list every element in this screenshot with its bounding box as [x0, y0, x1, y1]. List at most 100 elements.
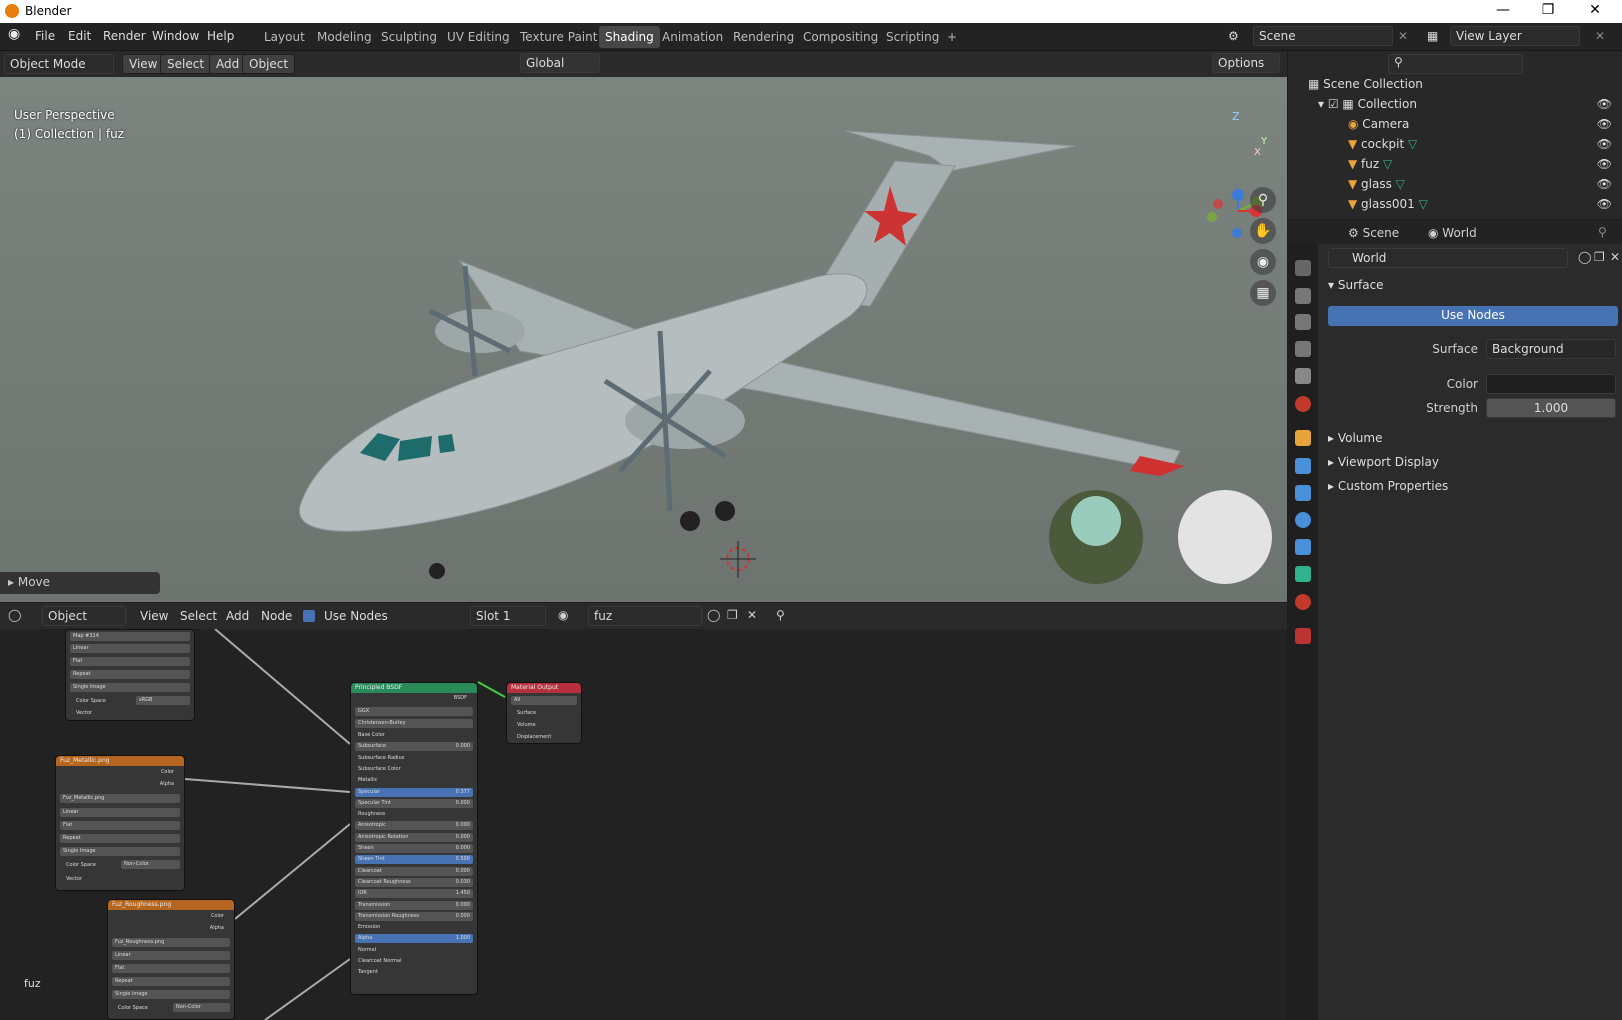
grid-view-icon[interactable]: ▦ — [1250, 280, 1276, 306]
eye-icon[interactable]: 👁 — [1597, 137, 1612, 151]
physics-tab-icon[interactable] — [1295, 512, 1311, 528]
unlink-icon[interactable]: ✕ — [1610, 250, 1620, 264]
color-swatch[interactable] — [1486, 374, 1616, 394]
extension-selector[interactable]: Repeat — [112, 977, 230, 986]
use-nodes-button[interactable]: Use Nodes — [1328, 306, 1618, 326]
expand-arrow-icon[interactable]: ▾ — [1318, 97, 1328, 111]
scene-icon[interactable]: ⚙ — [1228, 29, 1239, 43]
tab-texture-paint[interactable]: Texture Paint — [514, 26, 603, 48]
camera-view-icon[interactable]: ◉ — [1250, 249, 1276, 275]
particles-tab-icon[interactable] — [1295, 485, 1311, 501]
orientation-selector[interactable]: Global — [520, 53, 600, 73]
extension-selector[interactable]: Repeat — [70, 670, 190, 679]
minimize-icon[interactable]: — — [1488, 2, 1518, 18]
scene-breadcrumb[interactable]: ⚙ Scene — [1348, 226, 1399, 240]
outliner-item-fuz[interactable]: ▼ fuz ▽ 👁 — [1288, 157, 1622, 177]
surface-shader-selector[interactable]: Background — [1486, 339, 1616, 359]
last-operator-panel[interactable]: ▸ Move — [0, 572, 160, 594]
texture-tab-icon[interactable] — [1295, 628, 1311, 644]
editor-type-icon[interactable]: ◯ — [8, 608, 21, 622]
projection-selector[interactable]: Flat — [60, 821, 180, 830]
bsdf-input-row[interactable]: Subsurface Color — [355, 765, 473, 774]
bsdf-input-row[interactable]: Clearcoat Normal — [355, 957, 473, 966]
strength-slider[interactable]: 1.000 — [1486, 398, 1616, 418]
bsdf-input-row[interactable]: Subsurface Radius — [355, 754, 473, 763]
material-icon[interactable]: ◉ — [558, 608, 568, 622]
view-layer-delete-icon[interactable]: ✕ — [1595, 29, 1605, 43]
custom-properties-panel-header[interactable]: ▸ Custom Properties — [1328, 479, 1448, 493]
bsdf-input-row[interactable]: Tangent — [355, 968, 473, 977]
bsdf-input-row[interactable]: Sheen 0.000 — [355, 844, 473, 853]
modifier-tab-icon[interactable] — [1295, 458, 1311, 474]
image-texture-node-top[interactable]: Map #314 Linear Flat Repeat Single Image… — [65, 629, 195, 721]
outliner-search-input[interactable] — [1388, 54, 1523, 74]
metallic-texture-node[interactable]: Fuz_Metallic.png Color Alpha Fuz_Metalli… — [55, 755, 185, 891]
bsdf-input-row[interactable]: Specular 0.377 — [355, 787, 473, 797]
scene-selector[interactable]: Scene — [1253, 26, 1393, 46]
tab-compositing[interactable]: Compositing — [797, 26, 884, 48]
distribution-selector[interactable]: GGX — [355, 707, 473, 716]
duplicate-icon[interactable]: ❐ — [727, 608, 738, 622]
bsdf-input-row[interactable]: Subsurface 0.000 — [355, 742, 473, 752]
eye-icon[interactable]: 👁 — [1597, 157, 1612, 171]
node-menu-add[interactable]: Add — [226, 609, 249, 623]
bsdf-input-row[interactable]: Anisotropic Rotation 0.000 — [355, 832, 473, 842]
outliner-item-glass001[interactable]: ▼ glass001 ▽ 👁 — [1288, 197, 1622, 217]
tab-scripting[interactable]: Scripting — [880, 26, 945, 48]
viewport-menu-select[interactable]: Select — [160, 54, 212, 74]
menu-help[interactable]: Help — [207, 29, 234, 43]
eye-icon[interactable]: 👁 — [1597, 117, 1612, 131]
principled-bsdf-node[interactable]: Principled BSDF BSDF GGX Christensen-Bur… — [350, 682, 478, 995]
interpolation-selector[interactable]: Linear — [70, 644, 190, 653]
material-output-node[interactable]: Material Output All Surface Volume Displ… — [506, 682, 582, 744]
viewport-menu-view[interactable]: View — [122, 54, 165, 74]
node-editor-canvas[interactable]: Map #314 Linear Flat Repeat Single Image… — [0, 629, 1287, 1020]
roughness-texture-node[interactable]: Fuz_Roughness.png Color Alpha Fuz_Roughn… — [107, 899, 235, 1020]
bsdf-input-row[interactable]: Clearcoat Roughness 0.030 — [355, 877, 473, 887]
bsdf-input-row[interactable]: Specular Tint 0.000 — [355, 798, 473, 808]
viewport-menu-add[interactable]: Add — [209, 54, 247, 74]
eye-icon[interactable]: 👁 — [1597, 197, 1612, 211]
collection-row[interactable]: ▾ ☑ ▦ Collection 👁 — [1288, 97, 1622, 117]
menu-file[interactable]: File — [35, 29, 55, 43]
image-selector[interactable]: Fuz_Roughness.png — [112, 938, 230, 947]
bsdf-input-row[interactable]: Alpha 1.000 — [355, 934, 473, 944]
source-selector[interactable]: Single Image — [112, 990, 230, 999]
tab-animation[interactable]: Animation — [656, 26, 729, 48]
data-tab-icon[interactable] — [1295, 566, 1311, 582]
tab-sculpting[interactable]: Sculpting — [375, 26, 443, 48]
source-selector[interactable]: Single Image — [70, 683, 190, 692]
options-dropdown[interactable]: Options — [1212, 53, 1280, 73]
bsdf-input-row[interactable]: IOR 1.450 — [355, 889, 473, 899]
use-nodes-checkbox[interactable] — [303, 610, 315, 622]
tool-tab-icon[interactable] — [1295, 260, 1311, 276]
fake-user-icon[interactable]: ◯ — [707, 608, 720, 622]
image-selector[interactable]: Map #314 — [70, 632, 190, 641]
node-menu-view[interactable]: View — [140, 609, 168, 623]
scene-tab-icon[interactable] — [1295, 368, 1311, 384]
outliner-item-camera[interactable]: ◉ Camera 👁 — [1288, 117, 1622, 137]
subsurface-method-selector[interactable]: Christensen-Burley — [355, 719, 473, 728]
menu-edit[interactable]: Edit — [68, 29, 91, 43]
3d-viewport[interactable]: User Perspective (1) Collection | fuz Z … — [0, 51, 1287, 602]
view-layer-tab-icon[interactable] — [1295, 341, 1311, 357]
node-menu-node[interactable]: Node — [261, 609, 292, 623]
world-name-field[interactable]: World — [1328, 248, 1568, 268]
bsdf-input-row[interactable]: Transmission 0.000 — [355, 900, 473, 910]
zoom-icon[interactable]: ⚲ — [1250, 187, 1276, 213]
scene-collection-row[interactable]: ▦ Scene Collection — [1288, 77, 1622, 97]
add-workspace-button[interactable]: + — [941, 26, 963, 48]
tab-layout[interactable]: Layout — [258, 26, 311, 48]
interpolation-selector[interactable]: Linear — [60, 808, 180, 817]
checkbox-icon[interactable]: ☑ — [1328, 97, 1343, 111]
extension-selector[interactable]: Repeat — [60, 834, 180, 843]
eye-icon[interactable]: 👁 — [1597, 177, 1612, 191]
render-tab-icon[interactable] — [1295, 288, 1311, 304]
bsdf-input-row[interactable]: Transmission Roughness 0.000 — [355, 911, 473, 921]
interpolation-selector[interactable]: Linear — [112, 951, 230, 960]
outliner-item-cockpit[interactable]: ▼ cockpit ▽ 👁 — [1288, 137, 1622, 157]
mode-selector[interactable]: Object Mode — [4, 54, 114, 74]
pin-icon[interactable]: ⚲ — [1598, 225, 1607, 239]
output-target-selector[interactable]: All — [511, 696, 577, 705]
view-layer-icon[interactable]: ▦ — [1427, 29, 1438, 43]
